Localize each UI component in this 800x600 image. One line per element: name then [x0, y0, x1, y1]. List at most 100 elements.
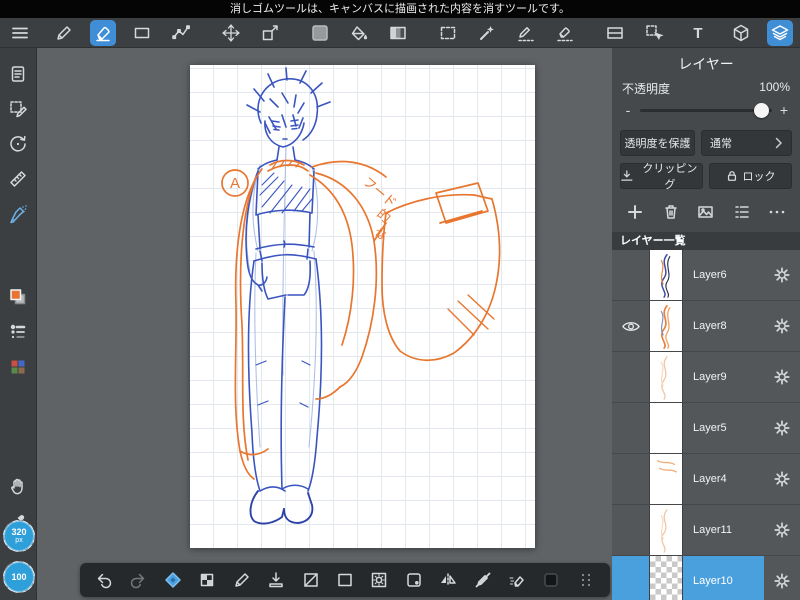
menu-button[interactable] — [7, 20, 33, 46]
undo-button[interactable] — [92, 568, 116, 592]
layer-thumbnail — [649, 556, 683, 600]
rectangle-tool-button[interactable] — [129, 20, 155, 46]
magic-wand-button[interactable] — [474, 20, 500, 46]
drag-handle[interactable] — [574, 568, 598, 592]
hand-tool-button[interactable] — [5, 474, 31, 498]
gear-icon — [774, 471, 790, 487]
layer-visibility-toggle[interactable] — [612, 250, 649, 300]
protect-alpha-label: 透明度を保護 — [624, 138, 691, 150]
layer-settings-button[interactable] — [764, 505, 800, 555]
transform-tool-button[interactable] — [257, 20, 283, 46]
gear-icon — [774, 573, 790, 589]
palette-button[interactable] — [5, 355, 31, 379]
color-swatch-icon — [312, 24, 328, 41]
rounded-rect-button[interactable] — [402, 568, 426, 592]
text-tool-button[interactable]: T — [685, 20, 711, 46]
ruler-button[interactable] — [5, 167, 31, 191]
select-pen-side-button[interactable] — [5, 97, 31, 121]
material-button[interactable] — [539, 568, 563, 592]
layer-row[interactable]: Layer6 — [612, 250, 800, 301]
layer-row[interactable]: Layer10 — [612, 556, 800, 600]
select-eraser-button[interactable] — [552, 20, 578, 46]
layer-row[interactable]: Layer4 — [612, 454, 800, 505]
brush-sizes-button[interactable] — [5, 320, 31, 344]
lock-button[interactable]: ロック — [709, 163, 792, 189]
layer-name-label: Layer6 — [693, 269, 727, 281]
layer-visibility-toggle[interactable] — [612, 556, 649, 600]
bucket-fill-button[interactable] — [346, 20, 372, 46]
polyline-icon — [172, 24, 190, 39]
layer-visibility-toggle[interactable] — [612, 403, 649, 453]
pen-tip-button[interactable] — [161, 568, 185, 592]
pen-tool-button[interactable] — [51, 20, 77, 46]
select-cursor-icon — [646, 24, 664, 40]
redo-button[interactable] — [126, 568, 150, 592]
layer-row[interactable]: Layer11 — [612, 505, 800, 556]
pen-button[interactable] — [230, 568, 254, 592]
layer-visibility-toggle[interactable] — [612, 301, 649, 351]
shape-tool-button[interactable] — [333, 568, 357, 592]
layer-name-label: Layer8 — [693, 320, 727, 332]
layer-visibility-toggle[interactable] — [612, 454, 649, 504]
left-sidebar: 320 px 100 — [0, 48, 37, 600]
layer-settings-button[interactable] — [764, 556, 800, 600]
import-image-button[interactable] — [696, 202, 716, 222]
filter-button[interactable] — [367, 568, 391, 592]
opacity-slider-knob[interactable] — [754, 102, 769, 118]
move-tool-button[interactable] — [218, 20, 244, 46]
layer-settings-button[interactable] — [764, 301, 800, 351]
layer-settings-button[interactable] — [764, 250, 800, 300]
select-pen-side-icon — [10, 101, 27, 118]
brush-size-badge[interactable]: 320 px — [3, 520, 35, 552]
draw-disable-button[interactable] — [471, 568, 495, 592]
protect-alpha-button[interactable]: 透明度を保護 — [620, 130, 695, 156]
layer-row[interactable]: Layer8 — [612, 301, 800, 352]
layer-settings-button[interactable] — [764, 352, 800, 402]
layers-panel-button[interactable] — [767, 19, 793, 46]
line-tool-button[interactable] — [299, 568, 323, 592]
eraser-tool-button[interactable] — [90, 19, 116, 46]
drag-handle-icon — [581, 573, 591, 587]
rotate-reset-button[interactable] — [5, 132, 31, 156]
redo-icon — [131, 573, 145, 589]
annotation-note-1: フード — [360, 174, 400, 211]
layer-visibility-toggle[interactable] — [612, 505, 649, 555]
polyline-tool-button[interactable] — [168, 20, 194, 46]
clipping-button[interactable]: クリッピング — [620, 163, 703, 191]
add-layer-button[interactable] — [625, 202, 645, 222]
layer-list-options-button[interactable] — [732, 202, 752, 222]
opacity-slider-track[interactable] — [640, 102, 772, 118]
layer-visibility-toggle[interactable] — [612, 352, 649, 402]
palette-icon — [11, 360, 25, 374]
opacity-badge[interactable]: 100 — [3, 561, 35, 593]
layer-settings-button[interactable] — [764, 403, 800, 453]
material-cube-button[interactable] — [728, 20, 754, 46]
select-cursor-button[interactable] — [641, 20, 667, 46]
flip-button[interactable] — [436, 568, 460, 592]
document-icon — [11, 66, 25, 82]
opacity-slider[interactable]: - + — [612, 97, 800, 123]
airbrush-button[interactable] — [5, 202, 31, 226]
split-view-button[interactable] — [602, 20, 628, 46]
svg-text:T: T — [693, 25, 702, 42]
blend-mode-button[interactable]: 通常 — [701, 130, 792, 156]
foreground-color-button[interactable] — [5, 285, 31, 309]
layer-row[interactable]: Layer9 — [612, 352, 800, 403]
document-button[interactable] — [5, 62, 31, 86]
transparent-color-button[interactable] — [195, 568, 219, 592]
merge-down-button[interactable] — [264, 568, 288, 592]
opacity-plus-button[interactable]: + — [777, 102, 791, 118]
select-pen-button[interactable] — [513, 20, 539, 46]
eraser-wipe-button[interactable] — [505, 568, 529, 592]
opacity-minus-button[interactable]: - — [621, 102, 635, 118]
list-icon — [734, 206, 749, 218]
more-button[interactable] — [767, 202, 787, 222]
gradient-tool-button[interactable] — [385, 20, 411, 46]
drawing-canvas[interactable]: A フード 的 な — [190, 65, 535, 548]
delete-layer-button[interactable] — [661, 202, 681, 222]
select-rect-button[interactable] — [435, 20, 461, 46]
layer-row[interactable]: Layer5 — [612, 403, 800, 454]
color-swatch-button[interactable] — [307, 20, 333, 46]
layer-thumbnail — [649, 301, 683, 351]
layer-settings-button[interactable] — [764, 454, 800, 504]
